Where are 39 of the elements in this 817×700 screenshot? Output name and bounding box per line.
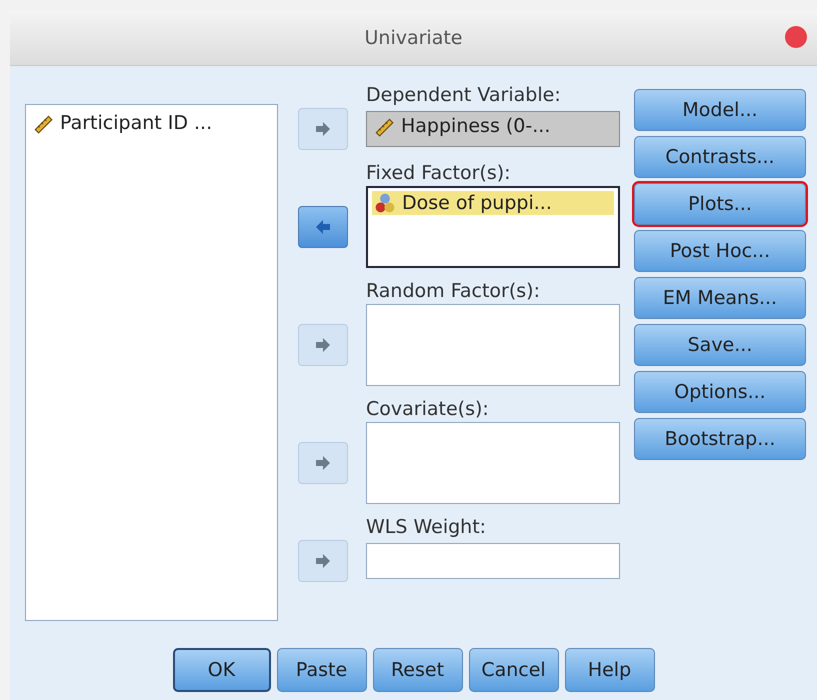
right-arrow-icon [313,551,333,571]
variable-field[interactable] [366,543,620,579]
move-button[interactable] [298,324,348,366]
dialog-button[interactable]: Model... [634,89,806,131]
dialog-button[interactable]: Save... [634,324,806,366]
dialog-button[interactable]: Post Hoc... [634,230,806,272]
move-button[interactable] [298,540,348,582]
dialog-button[interactable]: Plots... [634,183,806,225]
right-arrow-icon [313,335,333,355]
field-label: Dependent Variable: [366,83,562,108]
move-button[interactable] [298,442,348,484]
variable-list[interactable] [366,422,620,504]
variable-list[interactable] [366,304,620,386]
variable-list[interactable]: Dose of puppi... [366,186,620,268]
dialog-button[interactable]: Reset [372,648,462,692]
variable-item[interactable]: Participant ID ... [30,111,273,135]
window-title: Univariate [364,26,462,48]
move-button[interactable] [298,206,348,248]
field-label: Covariate(s): [366,397,490,422]
field-label: Random Factor(s): [366,279,541,304]
move-button[interactable] [298,108,348,150]
right-arrow-icon [313,119,333,139]
dialog-button[interactable]: Cancel [468,648,558,692]
dialog-button[interactable]: OK [172,648,270,692]
dialog-button[interactable]: Paste [276,648,366,692]
variable-list[interactable]: Participant ID ... [25,104,278,621]
dialog-button[interactable]: Bootstrap... [634,418,806,460]
dialog-button[interactable]: EM Means... [634,277,806,319]
dialog-button[interactable]: Contrasts... [634,136,806,178]
variable-field[interactable]: Happiness (0-... [366,111,620,147]
variable-item[interactable]: Happiness (0-... [371,114,615,138]
dialog-button[interactable]: Options... [634,371,806,413]
field-label: Fixed Factor(s): [366,161,512,186]
nominal-icon [374,192,396,214]
close-button[interactable] [785,26,807,48]
variable-item[interactable]: Dose of puppi... [372,191,614,215]
dialog-button[interactable]: Help [564,648,654,692]
right-arrow-icon [313,453,333,473]
field-label: WLS Weight: [366,515,488,540]
